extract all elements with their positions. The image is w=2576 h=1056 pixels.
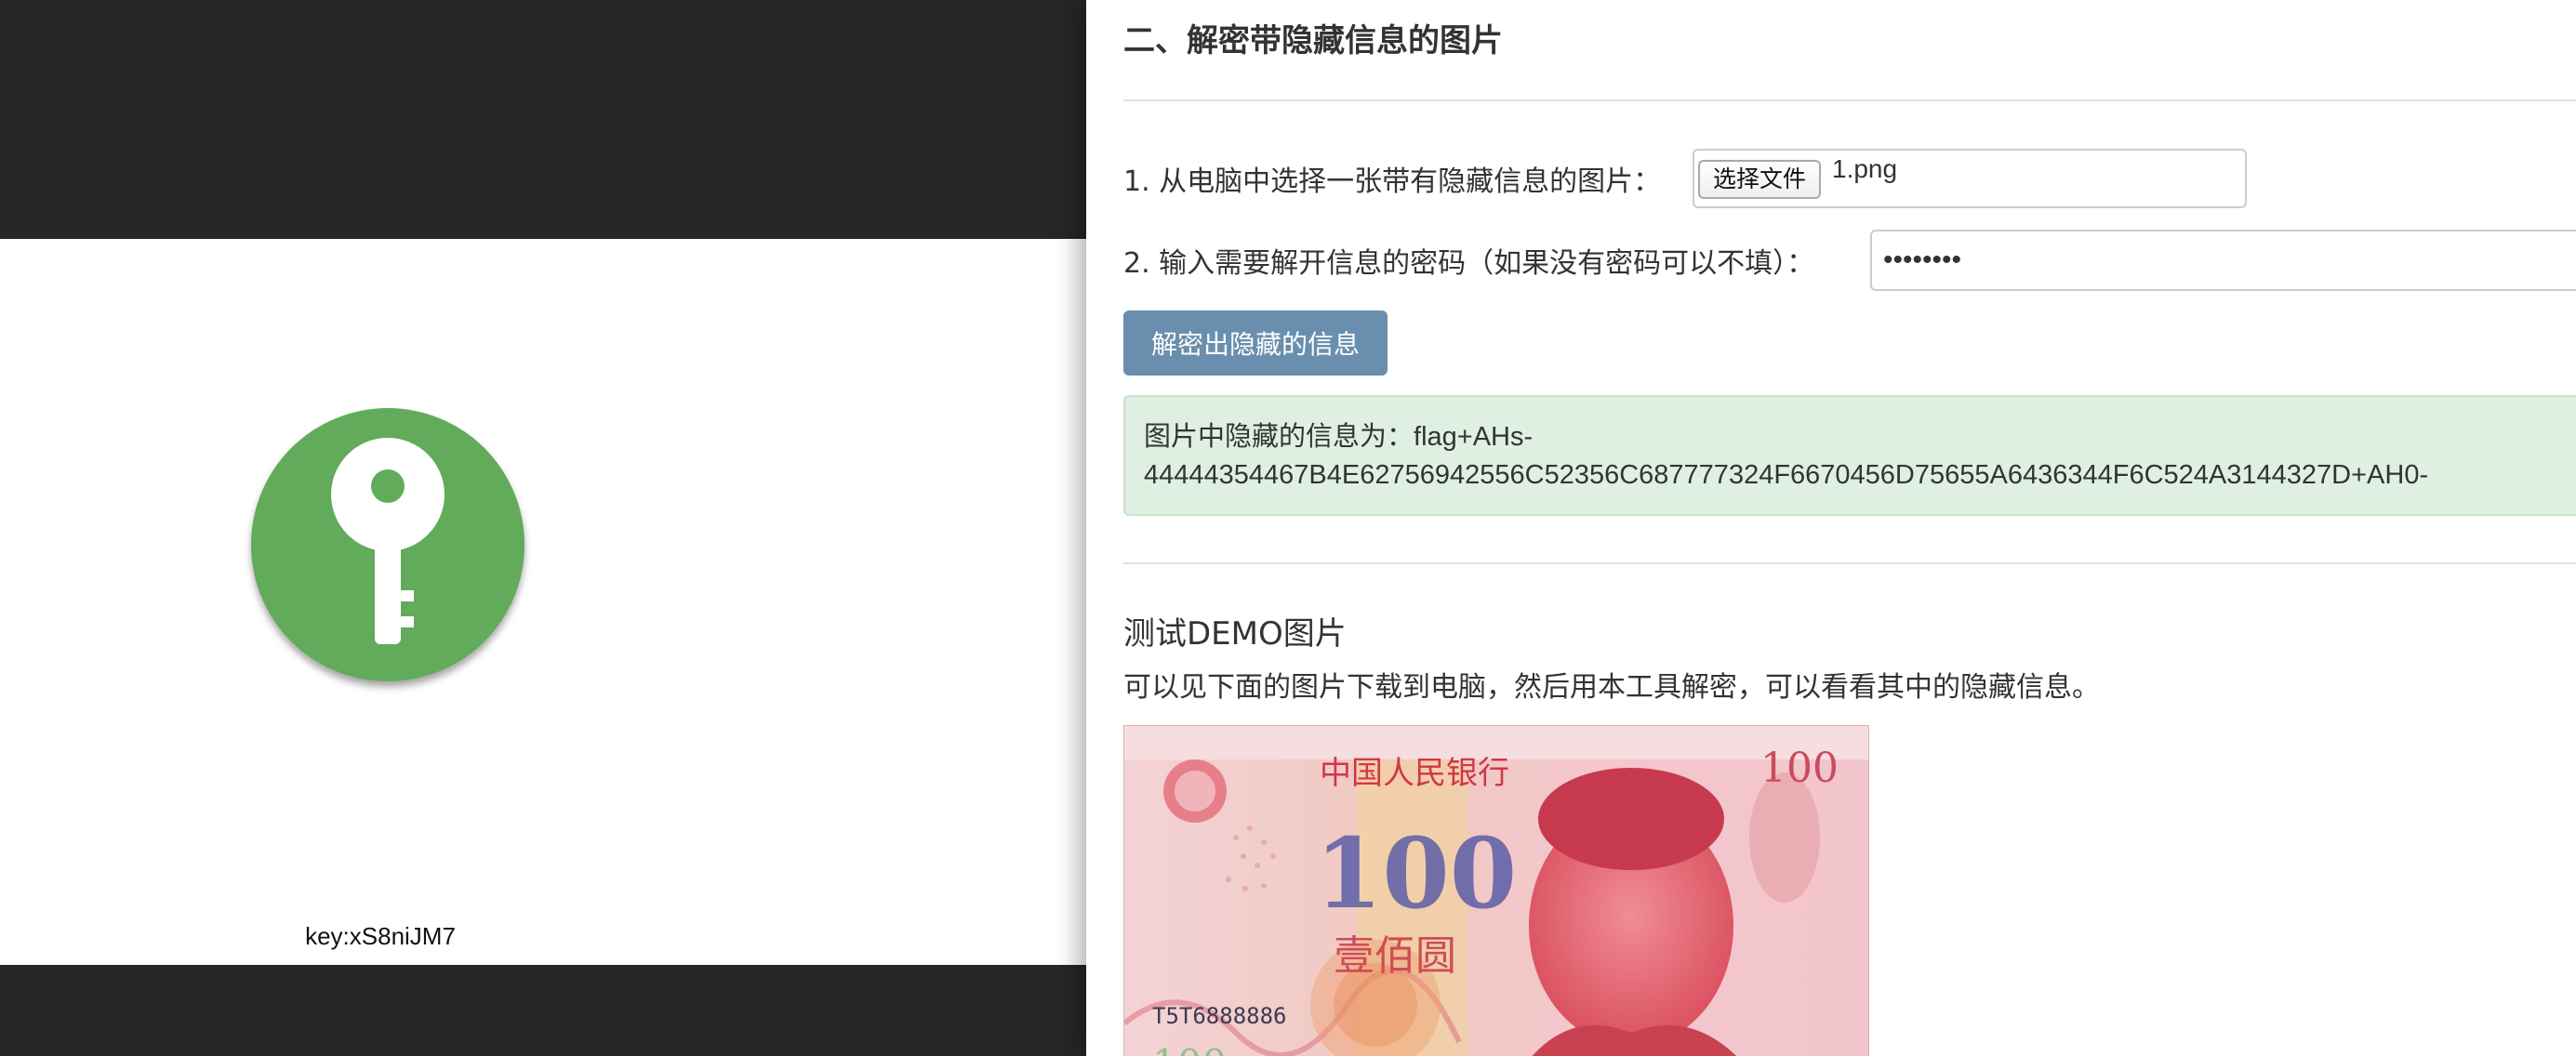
selected-file-name: 1.png <box>1832 154 1898 183</box>
result-label: 图片中隐藏的信息为： <box>1144 420 1414 452</box>
decrypt-button[interactable]: 解密出隐藏的信息 <box>1123 310 1388 376</box>
serial-number: T5T6888886 <box>1152 1003 1287 1029</box>
choose-file-button[interactable]: 选择文件 <box>1698 160 1822 199</box>
corner-denomination: 100 <box>1760 745 1839 792</box>
demo-banknote-image[interactable]: 中国人民银行 100 100 壹佰圆 T5T6888886 100 <box>1123 725 1869 1056</box>
main-denomination: 100 <box>1315 816 1517 931</box>
bottom-denomination: 100 <box>1152 1041 1227 1056</box>
section-title: 二、解密带隐藏信息的图片 <box>1123 22 1503 59</box>
bank-name: 中国人民银行 <box>1320 755 1509 792</box>
step1-label: 1. 从电脑中选择一张带有隐藏信息的图片： <box>1123 165 1662 198</box>
decrypt-page: 二、解密带隐藏信息的图片 1. 从电脑中选择一张带有隐藏信息的图片： 选择文件 … <box>1086 0 2576 1056</box>
divider <box>1123 99 2576 101</box>
viewer-canvas: key:xS8niJM7 <box>0 239 1086 965</box>
password-input[interactable] <box>1870 230 2576 291</box>
banknote-graphic: 中国人民银行 100 100 壹佰圆 T5T6888886 100 <box>1124 726 1868 1056</box>
divider <box>1123 562 2576 564</box>
key-icon <box>251 408 524 681</box>
image-viewer: key:xS8niJM7 <box>0 0 1086 1056</box>
chinese-denomination: 壹佰圆 <box>1334 932 1456 980</box>
step2-label: 2. 输入需要解开信息的密码（如果没有密码可以不填）： <box>1123 247 1815 280</box>
screen: key:xS8niJM7 二、解密带隐藏信息的图片 1. 从电脑中选择一张带有隐… <box>0 0 2576 1056</box>
file-input[interactable]: 选择文件 1.png <box>1693 149 2247 208</box>
result-alert: 图片中隐藏的信息为：flag+AHs-44444354467B4E6275694… <box>1123 395 2576 516</box>
demo-description: 可以见下面的图片下载到电脑，然后用本工具解密，可以看看其中的隐藏信息。 <box>1123 671 2100 704</box>
demo-title: 测试DEMO图片 <box>1123 615 1347 653</box>
viewer-caption: key:xS8niJM7 <box>305 922 456 950</box>
key-icon-glyph <box>331 438 445 644</box>
